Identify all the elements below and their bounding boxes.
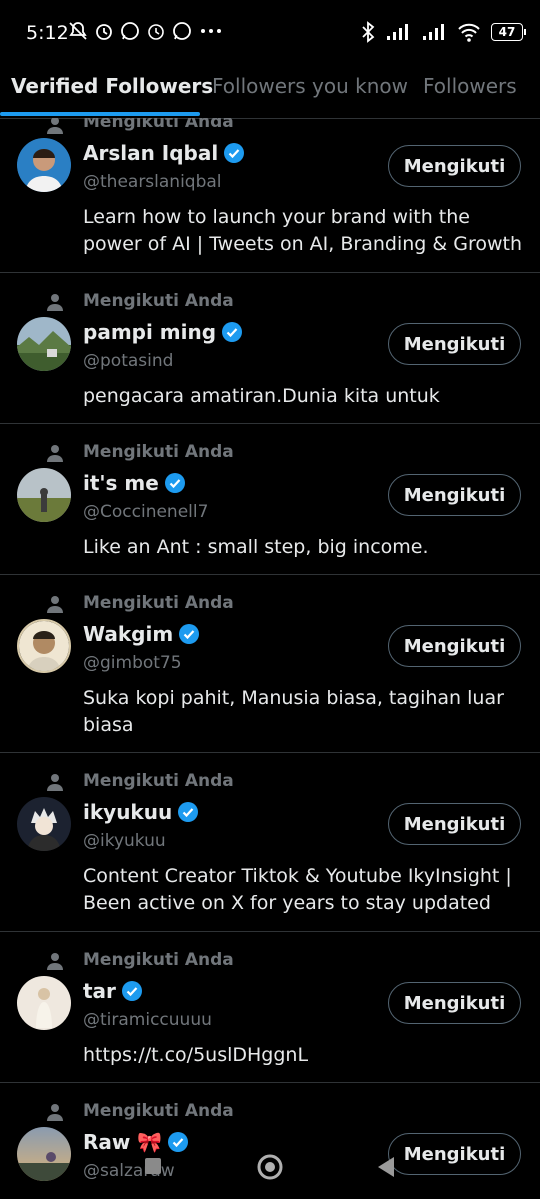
whatsapp-icon	[173, 22, 191, 40]
bluetooth-icon	[362, 21, 375, 43]
user-name-text: pampi ming	[83, 320, 217, 344]
list-item[interactable]: Mengikuti Anda pampi ming @potasind peng…	[0, 273, 540, 424]
follows-you-label: Mengikuti Anda	[83, 118, 234, 132]
system-nav-bar	[0, 1150, 540, 1199]
user-name[interactable]: Arslan Iqbal	[83, 141, 245, 165]
user-bio: Like an Ant : small step, big income.	[83, 536, 429, 558]
user-bio: pengacara amatiran.Dunia kita untuk bers…	[83, 385, 440, 407]
user-handle: @thearslaniqbal	[83, 172, 222, 192]
person-icon	[47, 294, 63, 311]
avatar[interactable]	[17, 619, 71, 673]
list-item[interactable]: Mengikuti Anda Wakgim @gimbot75 Suka kop…	[0, 575, 540, 753]
alarm-icon	[96, 24, 112, 40]
verified-badge-icon	[164, 473, 185, 493]
user-handle: @gimbot75	[83, 653, 182, 673]
tab-followers-you-know[interactable]: Followers you know	[212, 74, 408, 98]
user-name-text: ikyukuu	[83, 800, 173, 824]
bell-off-icon	[69, 22, 87, 40]
following-button[interactable]: Mengikuti	[388, 982, 521, 1024]
list-item[interactable]: Mengikuti Anda tar @tiramiccuuuu https:/…	[0, 932, 540, 1083]
user-handle: @tiramiccuuuu	[83, 1010, 212, 1030]
follows-you-label: Mengikuti Anda	[83, 771, 234, 791]
person-icon	[47, 118, 63, 134]
user-name-text: Arslan Iqbal	[83, 141, 219, 165]
user-name[interactable]: pampi ming	[83, 320, 243, 344]
user-handle: @ikyukuu	[83, 831, 166, 851]
avatar[interactable]	[17, 976, 71, 1030]
user-name-text: Wakgim	[83, 622, 174, 646]
follows-you-label: Mengikuti Anda	[83, 593, 234, 613]
follows-you-label: Mengikuti Anda	[83, 950, 234, 970]
user-name[interactable]: it's me	[83, 471, 185, 495]
list-item[interactable]: Mengikuti Anda it's me @Coccinenell7 Lik…	[0, 424, 540, 575]
avatar[interactable]	[17, 138, 71, 192]
user-bio: Content Creator Tiktok & Youtube IkyInsi…	[83, 865, 512, 914]
following-button[interactable]: Mengikuti	[388, 625, 521, 667]
user-name-text: tar	[83, 979, 116, 1003]
battery-indicator: 47	[491, 23, 526, 41]
status-time: 5:12	[26, 22, 69, 44]
avatar[interactable]	[17, 468, 71, 522]
status-bar: 5:12 47	[0, 0, 540, 62]
notification-icons	[68, 21, 224, 41]
user-handle: @Coccinenell7	[83, 502, 209, 522]
verified-badge-icon	[179, 624, 200, 644]
user-name[interactable]: tar	[83, 979, 142, 1003]
following-button[interactable]: Mengikuti	[388, 474, 521, 516]
verified-badge-icon	[222, 322, 243, 342]
tab-followers[interactable]: Followers	[423, 74, 517, 98]
signal-icon	[387, 24, 408, 40]
verified-badge-icon	[178, 802, 199, 822]
alarm-icon	[148, 24, 164, 40]
verified-badge-icon	[168, 1132, 189, 1152]
user-name[interactable]: ikyukuu	[83, 800, 199, 824]
user-bio: https://t.co/5uslDHggnL	[83, 1044, 309, 1066]
verified-badge-icon	[121, 981, 142, 1001]
back-icon[interactable]	[374, 1155, 398, 1179]
wifi-icon	[458, 23, 480, 42]
home-icon[interactable]	[256, 1153, 284, 1181]
person-icon	[47, 774, 63, 791]
user-name[interactable]: Wakgim	[83, 622, 200, 646]
recents-icon[interactable]	[143, 1156, 163, 1176]
user-handle: @potasind	[83, 351, 174, 371]
follows-you-label: Mengikuti Anda	[83, 1101, 234, 1121]
more-icon	[201, 29, 221, 33]
tab-bar: Verified Followers Followers you know Fo…	[0, 62, 540, 119]
list-item[interactable]: Mengikuti Anda Arslan Iqbal @thearslaniq…	[0, 118, 540, 273]
system-icons: 47	[361, 21, 526, 43]
following-button[interactable]: Mengikuti	[388, 323, 521, 365]
verified-badge-icon	[224, 143, 245, 163]
follows-you-label: Mengikuti Anda	[83, 291, 234, 311]
avatar[interactable]	[17, 317, 71, 371]
battery-level: 47	[491, 23, 523, 41]
tab-verified-followers[interactable]: Verified Followers	[11, 74, 213, 98]
list-item[interactable]: Mengikuti Anda ikyukuu @ikyukuu Content …	[0, 753, 540, 932]
user-bio: Learn how to launch your brand with the …	[83, 206, 522, 255]
user-bio: Suka kopi pahit, Manusia biasa, tagihan …	[83, 687, 504, 736]
person-icon	[47, 1104, 63, 1121]
follows-you-label: Mengikuti Anda	[83, 442, 234, 462]
person-icon	[47, 953, 63, 970]
person-icon	[47, 596, 63, 613]
avatar[interactable]	[17, 797, 71, 851]
active-tab-indicator	[0, 112, 200, 116]
person-icon	[47, 445, 63, 462]
whatsapp-icon	[121, 22, 139, 40]
user-name-text: it's me	[83, 471, 159, 495]
signal-icon	[423, 24, 444, 40]
followers-list: Mengikuti Anda Arslan Iqbal @thearslaniq…	[0, 118, 540, 1199]
following-button[interactable]: Mengikuti	[388, 803, 521, 845]
following-button[interactable]: Mengikuti	[388, 145, 521, 187]
